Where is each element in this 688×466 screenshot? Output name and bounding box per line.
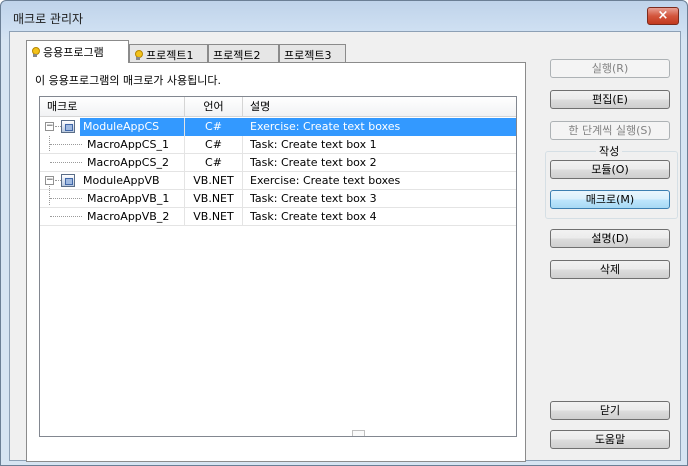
- tree-cell: MacroAppVB_2: [40, 208, 185, 226]
- list-item-module[interactable]: − ModuleAppCS C# Exercise: Create text b…: [40, 118, 516, 136]
- title-bar[interactable]: 매크로 관리자 ×: [1, 1, 687, 31]
- list-item[interactable]: MacroAppCS_2 C# Task: Create text box 2: [40, 154, 516, 172]
- step-run-button[interactable]: 한 단계씩 실행(S): [550, 121, 670, 140]
- edit-button[interactable]: 편집(E): [550, 90, 670, 109]
- module-icon: [61, 120, 75, 133]
- collapse-icon[interactable]: −: [45, 122, 54, 131]
- tree-cell: − ModuleAppVB: [40, 172, 185, 190]
- macro-name: MacroAppVB_2: [87, 210, 170, 223]
- macro-name: ModuleAppCS: [80, 118, 184, 136]
- list-item[interactable]: MacroAppVB_1 VB.NET Task: Create text bo…: [40, 190, 516, 208]
- tree-line: [50, 162, 82, 163]
- tree-cell: − ModuleAppCS: [40, 118, 185, 136]
- list-item[interactable]: MacroAppCS_1 C# Task: Create text box 1: [40, 136, 516, 154]
- scrollbar-thumb[interactable]: [352, 430, 365, 436]
- macro-language: VB.NET: [185, 208, 243, 226]
- close-button[interactable]: 닫기: [550, 401, 670, 420]
- list-header: 매크로 언어 설명: [40, 97, 516, 117]
- macro-manager-window: 매크로 관리자 × 응용프로그램 프로젝트1 프로젝트2 프로젝트3 이 응용프…: [0, 0, 688, 466]
- macro-description: Task: Create text box 1: [250, 138, 377, 151]
- description-button[interactable]: 설명(D): [550, 229, 670, 248]
- tree-line: [50, 216, 82, 217]
- macro-language: C#: [185, 154, 243, 172]
- column-header-language[interactable]: 언어: [185, 97, 243, 117]
- tab-project1[interactable]: 프로젝트1: [129, 44, 208, 62]
- run-button[interactable]: 실행(R): [550, 59, 670, 78]
- tree-line: [50, 198, 82, 199]
- tab-application[interactable]: 응용프로그램: [26, 40, 129, 63]
- tab-label: 프로젝트3: [284, 49, 332, 62]
- macro-description: Exercise: Create text boxes: [250, 174, 401, 187]
- tab-label: 응용프로그램: [43, 46, 104, 59]
- bulb-icon: [134, 50, 143, 60]
- macro-list[interactable]: 매크로 언어 설명 − ModuleAppCS C# Exercise: Cre…: [39, 96, 517, 437]
- delete-button[interactable]: 삭제: [550, 260, 670, 279]
- tree-cell: MacroAppCS_2: [40, 154, 185, 172]
- panel-description: 이 응용프로그램의 매크로가 사용됩니다.: [35, 74, 222, 87]
- tab-project2[interactable]: 프로젝트2: [208, 44, 279, 62]
- create-group-label: 작성: [596, 143, 623, 159]
- macro-name: MacroAppCS_1: [87, 138, 169, 151]
- macro-name: ModuleAppVB: [83, 174, 160, 187]
- dialog-client-area: 응용프로그램 프로젝트1 프로젝트2 프로젝트3 이 응용프로그램의 매크로가 …: [9, 31, 681, 462]
- macro-language: C#: [185, 118, 243, 136]
- help-button[interactable]: 도움말: [550, 430, 670, 449]
- list-item[interactable]: MacroAppVB_2 VB.NET Task: Create text bo…: [40, 208, 516, 226]
- tab-panel-application: 이 응용프로그램의 매크로가 사용됩니다. 매크로 언어 설명 − Module…: [26, 62, 526, 462]
- macro-description: Task: Create text box 3: [250, 192, 377, 205]
- window-title: 매크로 관리자: [13, 12, 84, 26]
- tree-cell: MacroAppCS_1: [40, 136, 185, 154]
- bulb-icon: [31, 47, 40, 57]
- column-header-description[interactable]: 설명: [243, 97, 516, 117]
- list-item-module[interactable]: − ModuleAppVB VB.NET Exercise: Create te…: [40, 172, 516, 190]
- module-icon: [61, 174, 75, 187]
- new-macro-button[interactable]: 매크로(M): [550, 190, 670, 209]
- tab-project3[interactable]: 프로젝트3: [279, 44, 346, 62]
- close-window-button[interactable]: ×: [647, 7, 679, 25]
- macro-description: Exercise: Create text boxes: [243, 118, 516, 136]
- macro-language: C#: [185, 136, 243, 154]
- macro-language: VB.NET: [185, 190, 243, 208]
- macro-description: Task: Create text box 2: [250, 156, 377, 169]
- tree-cell: MacroAppVB_1: [40, 190, 185, 208]
- macro-language: VB.NET: [185, 172, 243, 190]
- new-module-button[interactable]: 모듈(O): [550, 160, 670, 179]
- tab-label: 프로젝트1: [146, 49, 194, 62]
- column-header-macro[interactable]: 매크로: [40, 97, 185, 117]
- collapse-icon[interactable]: −: [45, 176, 54, 185]
- macro-name: MacroAppVB_1: [87, 192, 170, 205]
- macro-description: Task: Create text box 4: [250, 210, 377, 223]
- tab-label: 프로젝트2: [213, 49, 261, 62]
- macro-name: MacroAppCS_2: [87, 156, 169, 169]
- tree-line: [50, 144, 82, 145]
